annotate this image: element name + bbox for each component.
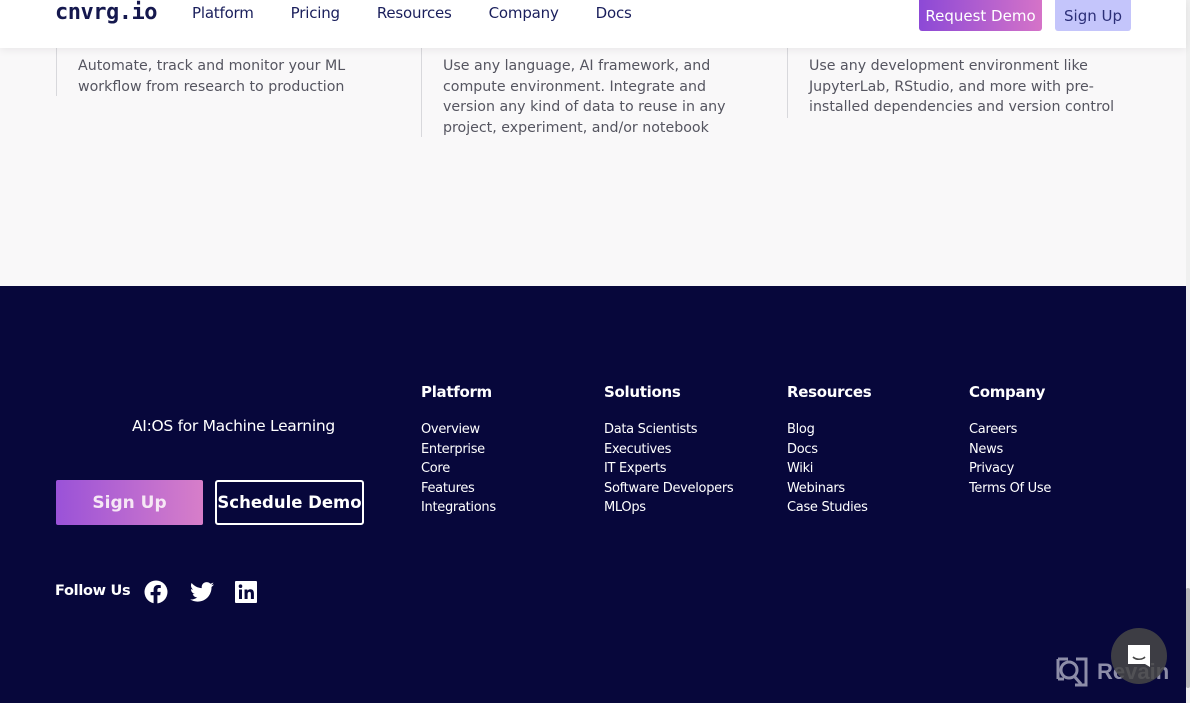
schedule-demo-button[interactable]: Schedule Demo [215, 480, 364, 525]
footer-tagline: AI:OS for Machine Learning [132, 417, 335, 435]
feature-card: Use any development environment like Jup… [787, 48, 1127, 118]
footer-link-news[interactable]: News [969, 440, 1051, 460]
nav-platform[interactable]: Platform [192, 4, 254, 22]
footer-link-blog[interactable]: Blog [787, 420, 871, 440]
page-scrollbar[interactable] [1186, 0, 1190, 703]
footer-link-terms-of-use[interactable]: Terms Of Use [969, 479, 1051, 499]
footer-link-mlops[interactable]: MLOps [604, 498, 733, 518]
footer-column-platform: Platform Overview Enterprise Core Featur… [421, 383, 496, 518]
feature-card: Automate, track and monitor your ML work… [56, 48, 386, 96]
footer-column-resources: Resources Blog Docs Wiki Webinars Case S… [787, 383, 872, 518]
footer-column-solutions: Solutions Data Scientists Executives IT … [604, 383, 734, 518]
request-demo-button[interactable]: Request Demo [919, 0, 1042, 31]
chat-icon [1128, 645, 1150, 667]
site-footer: AI:OS for Machine Learning Sign Up Sched… [0, 286, 1186, 703]
footer-link-it-experts[interactable]: IT Experts [604, 459, 733, 479]
sign-up-button[interactable]: Sign Up [1055, 0, 1131, 31]
footer-column-company: Company Careers News Privacy Terms Of Us… [969, 383, 1051, 498]
footer-link-data-scientists[interactable]: Data Scientists [604, 420, 733, 440]
footer-link-careers[interactable]: Careers [969, 420, 1051, 440]
footer-link-features[interactable]: Features [421, 479, 496, 499]
nav-company[interactable]: Company [489, 4, 559, 22]
revain-logo-icon [1056, 657, 1088, 687]
footer-link-overview[interactable]: Overview [421, 420, 496, 440]
footer-link-enterprise[interactable]: Enterprise [421, 440, 496, 460]
footer-link-docs[interactable]: Docs [787, 440, 871, 460]
footer-link-wiki[interactable]: Wiki [787, 459, 871, 479]
footer-link-software-developers[interactable]: Software Developers [604, 479, 734, 499]
footer-link-core[interactable]: Core [421, 459, 496, 479]
follow-us-label: Follow Us [55, 583, 131, 599]
footer-column-title: Resources [787, 383, 872, 401]
nav-pricing[interactable]: Pricing [291, 4, 340, 22]
feature-description: Use any language, AI framework, and comp… [443, 58, 726, 136]
feature-description: Use any development environment like Jup… [809, 58, 1115, 115]
main-nav: Platform Pricing Resources Company Docs [192, 4, 669, 22]
scrollbar-thumb[interactable] [1186, 588, 1190, 688]
footer-link-case-studies[interactable]: Case Studies [787, 498, 871, 518]
footer-link-integrations[interactable]: Integrations [421, 498, 496, 518]
linkedin-icon[interactable] [234, 580, 258, 604]
features-section: Automate, track and monitor your ML work… [0, 48, 1186, 286]
logo[interactable]: cnvrg.io [55, 0, 157, 25]
chat-widget-button[interactable] [1111, 628, 1167, 684]
footer-column-title: Solutions [604, 383, 681, 401]
footer-link-executives[interactable]: Executives [604, 440, 733, 460]
footer-column-title: Platform [421, 383, 492, 401]
footer-link-webinars[interactable]: Webinars [787, 479, 871, 499]
site-header: cnvrg.io Platform Pricing Resources Comp… [0, 0, 1186, 48]
nav-resources[interactable]: Resources [377, 4, 452, 22]
facebook-icon[interactable] [144, 580, 168, 604]
nav-docs[interactable]: Docs [596, 4, 632, 22]
footer-link-privacy[interactable]: Privacy [969, 459, 1051, 479]
page: cnvrg.io Platform Pricing Resources Comp… [0, 0, 1190, 703]
footer-sign-up-button[interactable]: Sign Up [56, 480, 203, 525]
feature-description: Automate, track and monitor your ML work… [78, 58, 346, 95]
footer-column-title: Company [969, 383, 1046, 401]
feature-card: Use any language, AI framework, and comp… [421, 48, 741, 137]
twitter-icon[interactable] [190, 580, 214, 604]
